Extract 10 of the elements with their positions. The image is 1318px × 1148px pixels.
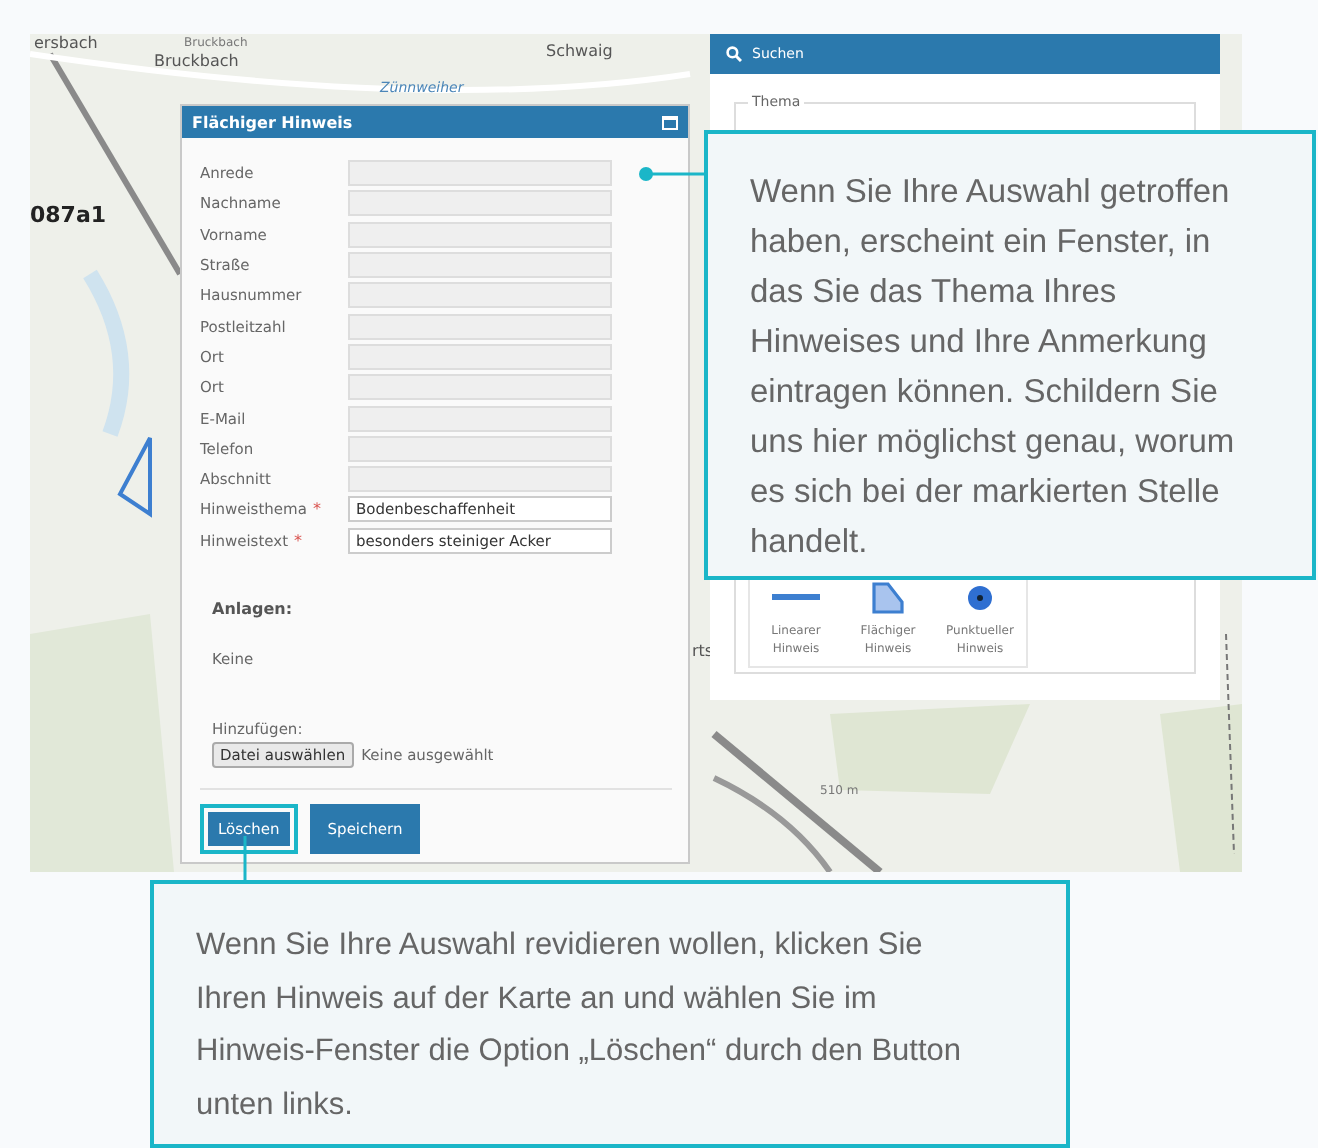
map-label: Bruckbach bbox=[154, 52, 239, 70]
dialog-title: Flächiger Hinweis bbox=[192, 113, 353, 131]
map-label: 087a1 bbox=[30, 202, 107, 228]
required-mark: * bbox=[312, 500, 321, 519]
required-mark: * bbox=[294, 531, 303, 550]
map-label: Schwaig bbox=[546, 42, 613, 60]
callout-text: Wenn Sie Ihre Auswahl revidieren wollen, klicken Sie Ihren Hinweis auf der Karte an und wählen Sie im Hinweis-Fenster die Option „Löschen“ durch den Button unten links. bbox=[196, 926, 964, 1125]
callout-text: Wenn Sie Ihre Auswahl getroffen haben, erscheint ein Fenster, in das Sie das Thema Ihres Hinweises und Ihre Anmerkung eintragen können. Schildern Sie uns hier möglichst genau, worum es sich bei der markierten Stelle handelt. bbox=[750, 172, 1237, 564]
attachments-heading: Anlagen: bbox=[212, 599, 295, 618]
map-label: ersbach bbox=[34, 34, 98, 52]
